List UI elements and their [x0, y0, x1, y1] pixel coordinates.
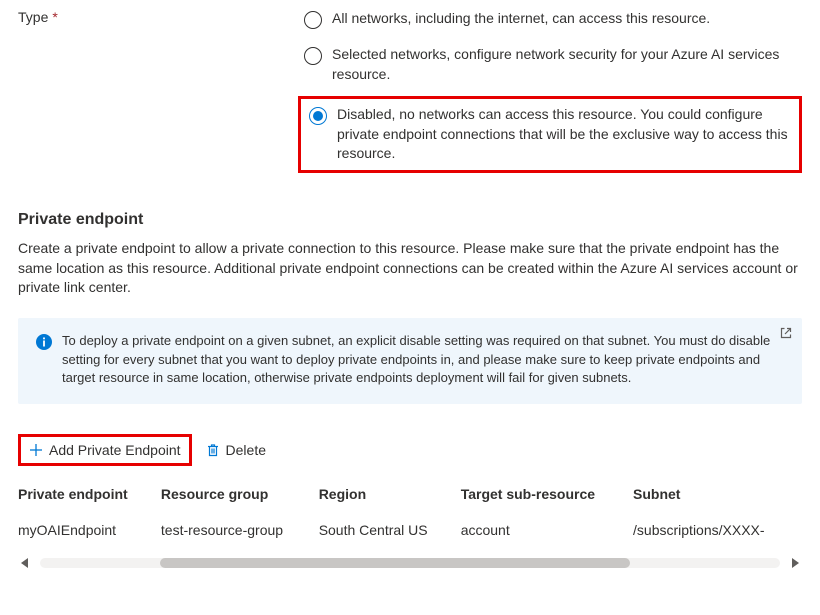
col-header-rg[interactable]: Resource group — [161, 478, 319, 512]
scroll-right-arrow-icon[interactable] — [788, 558, 802, 568]
trash-icon — [206, 443, 220, 457]
table-row[interactable]: myOAIEndpoint test-resource-group South … — [18, 512, 802, 548]
radio-indicator — [304, 11, 322, 29]
scroll-thumb[interactable] — [160, 558, 630, 568]
radio-disabled-networks[interactable]: Disabled, no networks can access this re… — [298, 96, 802, 173]
info-callout: To deploy a private endpoint on a given … — [18, 318, 802, 405]
cell-subnet: /subscriptions/XXXX- — [633, 512, 802, 548]
external-link-icon[interactable] — [780, 326, 792, 338]
network-access-radio-group: All networks, including the internet, ca… — [298, 5, 802, 181]
col-header-subresource[interactable]: Target sub-resource — [461, 478, 633, 512]
scroll-track[interactable] — [40, 558, 780, 568]
cell-name: myOAIEndpoint — [18, 512, 161, 548]
private-endpoint-description: Create a private endpoint to allow a pri… — [18, 239, 802, 298]
radio-label: Selected networks, configure network sec… — [332, 45, 796, 84]
radio-label: All networks, including the internet, ca… — [332, 9, 710, 29]
col-header-region[interactable]: Region — [319, 478, 461, 512]
radio-all-networks[interactable]: All networks, including the internet, ca… — [298, 5, 802, 33]
horizontal-scrollbar[interactable] — [18, 558, 802, 568]
private-endpoint-heading: Private endpoint — [18, 211, 802, 229]
required-indicator: * — [52, 9, 57, 25]
delete-button[interactable]: Delete — [198, 436, 274, 464]
info-icon — [36, 334, 52, 350]
table-header-row: Private endpoint Resource group Region T… — [18, 478, 802, 512]
cell-rg: test-resource-group — [161, 512, 319, 548]
cell-region: South Central US — [319, 512, 461, 548]
radio-selected-networks[interactable]: Selected networks, configure network sec… — [298, 41, 802, 88]
delete-button-label: Delete — [226, 442, 266, 458]
private-endpoint-toolbar: Add Private Endpoint Delete — [18, 434, 802, 466]
cell-subresource: account — [461, 512, 633, 548]
col-header-subnet[interactable]: Subnet — [633, 478, 802, 512]
type-field-label: Type* — [18, 5, 298, 25]
plus-icon — [29, 443, 43, 457]
scroll-left-arrow-icon[interactable] — [18, 558, 32, 568]
radio-label: Disabled, no networks can access this re… — [337, 105, 791, 164]
radio-indicator — [309, 107, 327, 125]
col-header-name[interactable]: Private endpoint — [18, 478, 161, 512]
add-private-endpoint-button[interactable]: Add Private Endpoint — [18, 434, 192, 466]
private-endpoints-table: Private endpoint Resource group Region T… — [18, 478, 802, 548]
radio-indicator — [304, 47, 322, 65]
info-text: To deploy a private endpoint on a given … — [62, 332, 784, 389]
add-button-label: Add Private Endpoint — [49, 442, 181, 458]
